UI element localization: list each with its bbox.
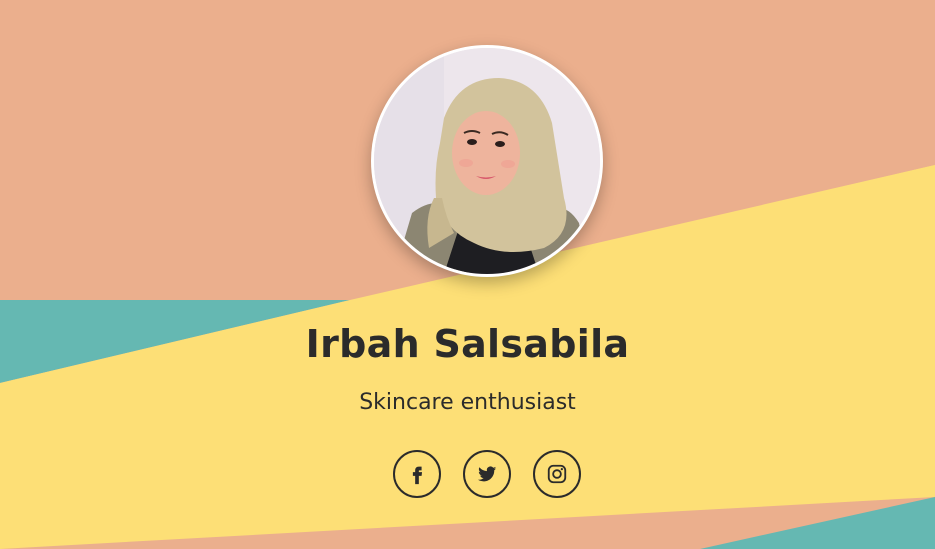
instagram-icon	[547, 464, 567, 484]
facebook-link[interactable]	[393, 450, 441, 498]
facebook-icon	[412, 466, 423, 485]
avatar-photo	[374, 48, 600, 274]
twitter-icon	[477, 466, 497, 482]
profile-tagline: Skincare enthusiast	[359, 390, 576, 415]
profile-name: Irbah Salsabila	[305, 322, 630, 366]
profile-card: Irbah Salsabila Skincare enthusiast	[0, 0, 935, 549]
avatar	[371, 45, 603, 277]
instagram-link[interactable]	[533, 450, 581, 498]
twitter-link[interactable]	[463, 450, 511, 498]
social-links	[393, 450, 581, 498]
